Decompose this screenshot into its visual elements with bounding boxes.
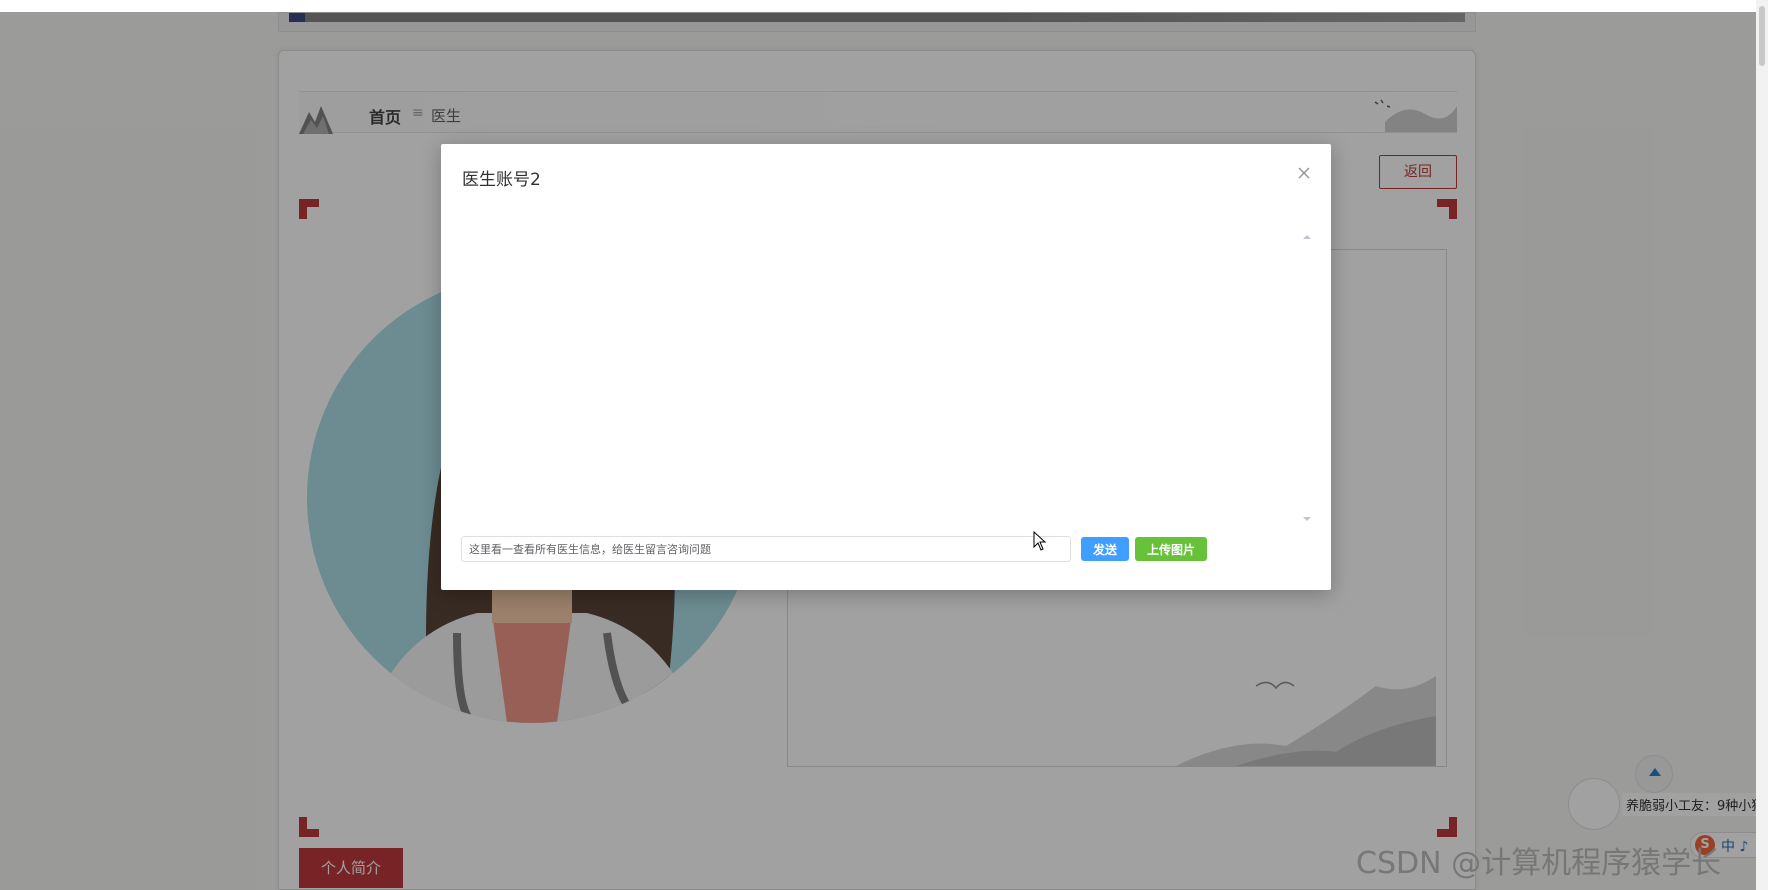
chevron-up-icon[interactable] — [1301, 232, 1313, 242]
close-icon[interactable] — [1295, 164, 1313, 182]
dialog-title: 医生账号2 — [462, 170, 541, 190]
message-input[interactable] — [461, 536, 1071, 562]
chevron-down-icon[interactable] — [1301, 514, 1313, 524]
csdn-watermark: CSDN @计算机程序猿学长 — [1356, 846, 1722, 881]
send-button[interactable]: 发送 — [1081, 537, 1129, 561]
upload-image-button[interactable]: 上传图片 — [1135, 537, 1207, 561]
top-strip — [0, 0, 1768, 12]
mouse-cursor-icon — [1033, 531, 1047, 551]
page-scrollbar[interactable] — [1756, 0, 1768, 890]
scrollbar-thumb[interactable] — [1759, 6, 1765, 66]
chat-dialog: 医生账号2 发送 上传图片 — [441, 144, 1331, 590]
chat-message-area[interactable] — [462, 228, 1310, 530]
